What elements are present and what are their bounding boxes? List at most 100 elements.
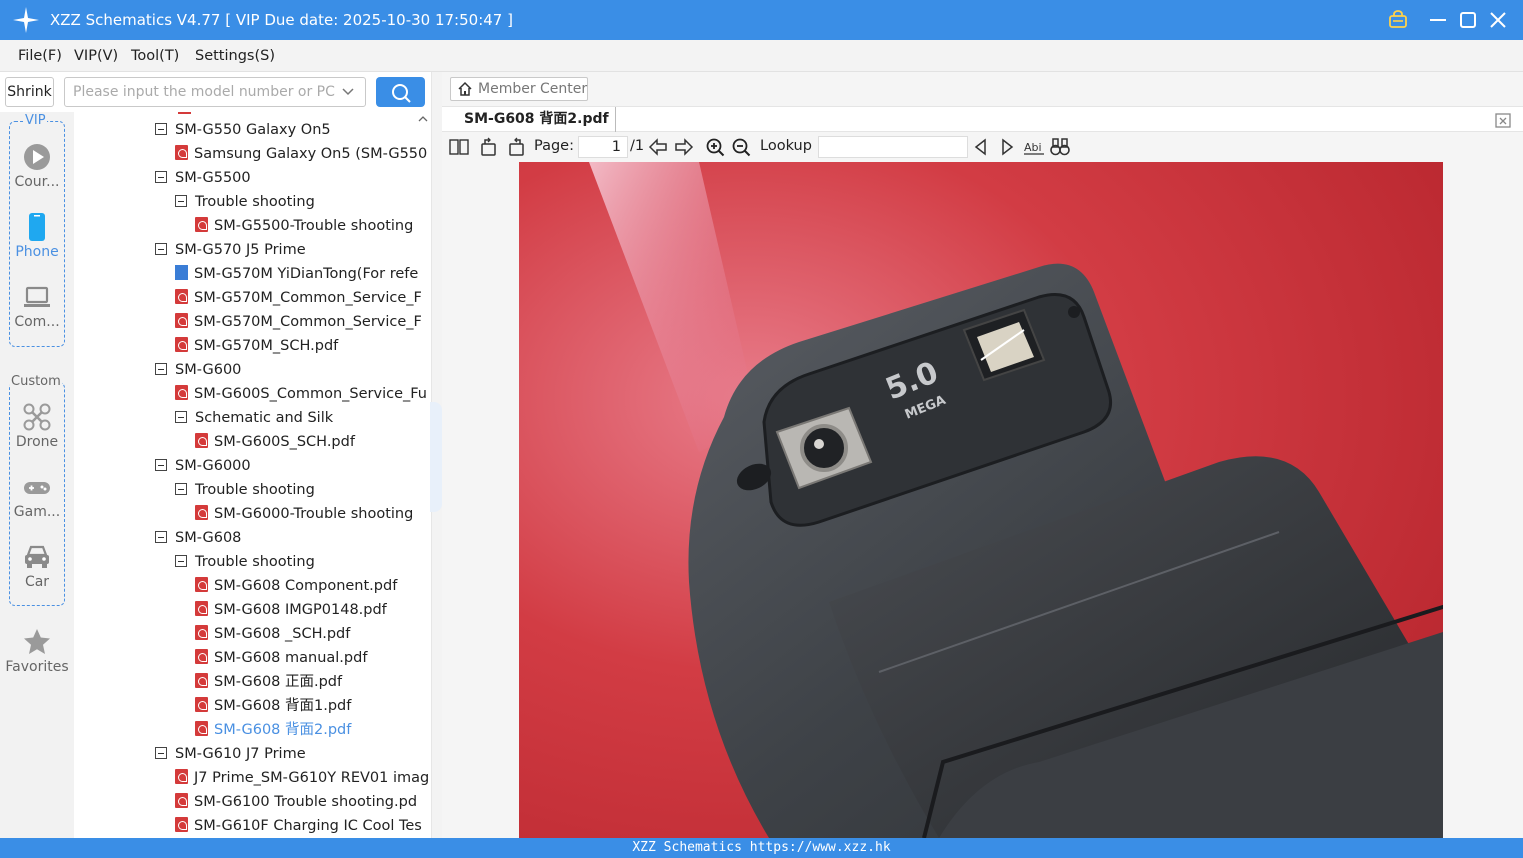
tree-file[interactable]: SM-G608 背面2.pdf [195, 718, 351, 742]
collapse-toggle-icon[interactable] [175, 483, 187, 495]
tree-file[interactable]: J7 Prime_SM-G610Y REV01 imag [175, 766, 429, 790]
tree-item-label: SM-G6100 Trouble shooting.pd [194, 794, 418, 810]
tree-folder[interactable]: Trouble shooting [175, 550, 315, 574]
collapse-handle[interactable] [430, 402, 442, 512]
tree-folder[interactable]: Trouble shooting [175, 190, 315, 214]
play-circle-icon [24, 144, 50, 170]
tree-file[interactable]: Samsung Galaxy On5 (SM-G550 [175, 142, 427, 166]
model-search-combobox[interactable] [64, 77, 366, 107]
tree-file[interactable]: SM-G608 IMGP0148.pdf [195, 598, 387, 622]
tree-file[interactable]: SM-G610F Charging IC Cool Tes [175, 814, 422, 838]
tree-item-label: SM-G600 [175, 362, 242, 378]
tree-file[interactable]: SM-G608 背面1.pdf [195, 694, 351, 718]
previous-page-arrow-icon[interactable] [648, 137, 668, 157]
close-tab-icon[interactable] [1494, 111, 1512, 129]
tree-folder[interactable]: SM-G610 J7 Prime [155, 742, 306, 766]
tree-file[interactable]: SM-G570M YiDianTong(For refe [175, 262, 418, 286]
collapse-toggle-icon[interactable] [175, 195, 187, 207]
car-icon [25, 545, 49, 568]
tree-item-label: SM-G570M_Common_Service_F [194, 314, 422, 330]
scroll-up-arrow-icon[interactable] [418, 114, 428, 124]
sidebar-item-favorites[interactable]: Favorites [0, 627, 74, 675]
collapse-toggle-icon[interactable] [155, 531, 167, 543]
tree-file[interactable]: SM-G6000-Trouble shooting [195, 502, 413, 526]
member-center-button[interactable]: Member Center [450, 77, 588, 101]
file-tree: SM-G550 Galaxy On5 Samsung Galaxy On5 (SM… [74, 112, 431, 838]
two-page-view-icon[interactable] [449, 137, 469, 157]
find-next-icon[interactable] [997, 137, 1017, 157]
collapse-toggle-icon[interactable] [155, 123, 167, 135]
menu-tool[interactable]: Tool(T) [131, 48, 179, 64]
next-page-arrow-icon[interactable] [674, 137, 694, 157]
rotate-right-icon[interactable] [506, 137, 526, 157]
tree-file[interactable]: SM-G570M_SCH.pdf [175, 334, 338, 358]
sidebar-item-label: Com... [14, 314, 60, 330]
tree-item-label: SM-G608 manual.pdf [214, 650, 368, 666]
vip-bag-icon[interactable] [1387, 9, 1409, 31]
status-bar: XZZ Schematics https://www.xzz.hk [0, 838, 1523, 858]
pdf-file-icon [195, 505, 208, 520]
tree-folder[interactable]: SM-G6000 [155, 454, 251, 478]
lookup-input[interactable] [818, 136, 968, 158]
tab-current-document[interactable]: SM-G608 背面2.pdf [442, 107, 616, 133]
collapse-toggle-icon[interactable] [155, 243, 167, 255]
tree-file[interactable]: SM-G5500-Trouble shooting [195, 214, 413, 238]
menu-vip[interactable]: VIP(V) [74, 48, 118, 64]
sidebar-item-computer[interactable]: Com... [0, 282, 74, 330]
sidebar-item-drone[interactable]: Drone [0, 402, 74, 450]
search-input[interactable] [73, 82, 335, 102]
tree-folder[interactable]: SM-G550 Galaxy On5 [155, 118, 331, 142]
tree-folder[interactable]: Trouble shooting [175, 478, 315, 502]
sidebar-item-courses[interactable]: Cour... [0, 142, 74, 190]
pdf-file-icon [195, 433, 208, 448]
zoom-out-icon[interactable] [731, 137, 751, 157]
svg-text:Abi: Abi [1024, 141, 1042, 154]
tree-file[interactable]: SM-G570M_Common_Service_F [175, 286, 422, 310]
tree-folder[interactable]: Schematic and Silk [175, 406, 333, 430]
panel-splitter[interactable] [430, 72, 442, 838]
tree-file[interactable]: SM-G600S_SCH.pdf [195, 430, 355, 454]
shrink-button[interactable]: Shrink [5, 77, 54, 107]
image-file-icon [175, 265, 188, 280]
menu-file[interactable]: File(F) [18, 48, 62, 64]
tree-folder[interactable]: SM-G5500 [155, 166, 251, 190]
search-button[interactable] [376, 77, 425, 107]
page-number-input[interactable]: 1 [578, 136, 628, 158]
tree-item-label: SM-G570 J5 Prime [175, 242, 306, 258]
chevron-down-icon[interactable] [341, 85, 355, 99]
minimize-icon[interactable] [1427, 9, 1449, 31]
match-case-icon[interactable]: Abi [1024, 137, 1044, 157]
menu-settings[interactable]: Settings(S) [195, 48, 275, 64]
binoculars-icon[interactable] [1050, 137, 1070, 157]
tree-folder[interactable]: SM-G570 J5 Prime [155, 238, 306, 262]
tree-file[interactable]: SM-G608 manual.pdf [195, 646, 367, 670]
tree-file[interactable]: SM-G6100 Trouble shooting.pd [175, 790, 417, 814]
tree-file[interactable]: SM-G608 _SCH.pdf [195, 622, 350, 646]
tree-item-label: SM-G608 背面2.pdf [214, 722, 352, 738]
collapse-toggle-icon[interactable] [155, 747, 167, 759]
sidebar-item-label: Cour... [14, 174, 60, 190]
sidebar-item-car[interactable]: Car [0, 542, 74, 590]
tree-folder[interactable]: SM-G608 [155, 526, 241, 550]
close-icon[interactable] [1487, 9, 1509, 31]
sidebar-item-label: Drone [15, 434, 59, 450]
tree-file[interactable]: SM-G608 Component.pdf [195, 574, 397, 598]
tree-file[interactable]: SM-G600S_Common_Service_Fu [175, 382, 427, 406]
collapse-toggle-icon[interactable] [175, 411, 187, 423]
tree-file[interactable]: SM-G608 正面.pdf [195, 670, 342, 694]
tree-item-label: Trouble shooting [195, 194, 315, 210]
find-previous-icon[interactable] [971, 137, 991, 157]
collapse-toggle-icon[interactable] [155, 459, 167, 471]
collapse-toggle-icon[interactable] [155, 171, 167, 183]
maximize-icon[interactable] [1457, 9, 1479, 31]
zoom-in-icon[interactable] [705, 137, 725, 157]
collapse-toggle-icon[interactable] [155, 363, 167, 375]
tree-folder[interactable]: SM-G600 [155, 358, 241, 382]
sidebar-item-phone[interactable]: Phone [0, 212, 74, 260]
collapse-toggle-icon[interactable] [175, 555, 187, 567]
tree-item-label: SM-G608 IMGP0148.pdf [214, 602, 387, 618]
sidebar-item-game[interactable]: Gam... [0, 472, 74, 520]
rotate-left-icon[interactable] [479, 137, 499, 157]
tree-file[interactable]: SM-G570M_Common_Service_F [175, 310, 422, 334]
pdf-file-icon [175, 385, 188, 400]
